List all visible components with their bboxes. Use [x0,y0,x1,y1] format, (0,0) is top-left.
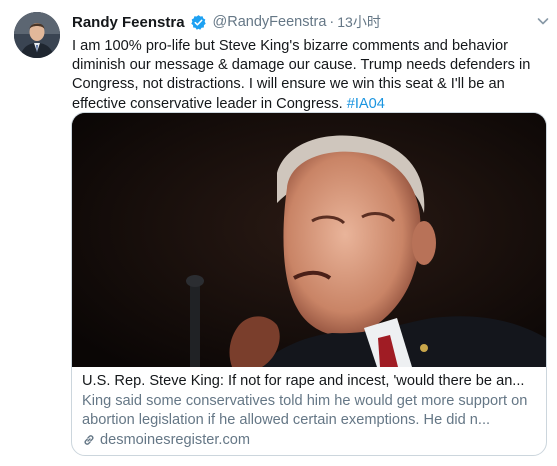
chevron-down-icon[interactable] [536,14,550,28]
card-title[interactable]: U.S. Rep. Steve King: If not for rape an… [82,372,538,392]
card-domain-text: desmoinesregister.com [100,431,251,448]
card-description: King said some conservatives told him he… [82,392,528,429]
card-body: U.S. Rep. Steve King: If not for rape an… [82,372,538,450]
tweet-text: I am 100% pro-life but Steve King's biza… [72,37,552,114]
link-icon [82,433,96,447]
verified-badge-icon [190,14,207,31]
avatar[interactable] [14,12,60,58]
separator-dot: · [329,14,335,30]
author-handle[interactable]: @RandyFeenstra [213,14,327,30]
link-card[interactable]: U.S. Rep. Steve King: If not for rape an… [71,112,547,456]
hashtag-link[interactable]: #IA04 [347,96,385,112]
card-image[interactable] [72,113,546,367]
card-domain[interactable]: desmoinesregister.com [82,431,538,451]
tweet-header: Randy Feenstra @RandyFeenstra · 13小时 [72,12,381,32]
tweet-body: I am 100% pro-life but Steve King's biza… [72,38,531,112]
author-name[interactable]: Randy Feenstra [72,14,185,31]
tweet[interactable]: Randy Feenstra @RandyFeenstra · 13小时 I a… [0,0,557,466]
tweet-timestamp[interactable]: 13小时 [337,12,381,32]
